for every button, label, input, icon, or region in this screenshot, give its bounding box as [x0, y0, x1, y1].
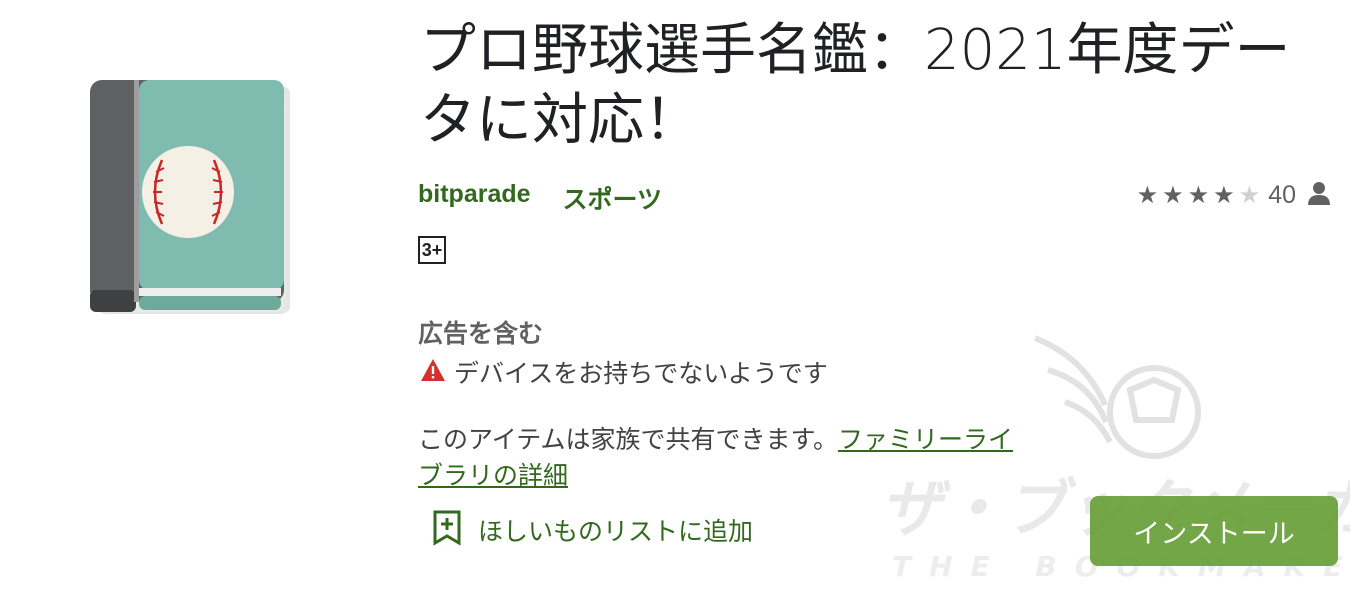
ads-label: 広告を含む: [418, 320, 544, 348]
family-text: このアイテムは家族で共有できます。: [418, 425, 839, 454]
person-icon: [1308, 181, 1330, 209]
star-icon: ★: [1238, 181, 1261, 209]
app-title: プロ野球選手名鑑：2021年度データに対応！: [420, 18, 1291, 153]
add-to-wishlist[interactable]: ほしいものリストに追加: [432, 510, 753, 550]
wishlist-add-icon: [432, 510, 462, 550]
warning-icon: [420, 358, 446, 386]
install-button[interactable]: インストール: [1090, 496, 1338, 566]
star-icon: ★: [1187, 181, 1210, 209]
category-link[interactable]: スポーツ: [563, 180, 663, 216]
star-icon: ★: [1162, 181, 1184, 209]
device-warning: デバイスをお持ちでないようです: [420, 354, 828, 390]
wishlist-label: ほしいものリストに追加: [478, 517, 754, 546]
content-rating-badge: 3+: [418, 236, 446, 264]
app-icon: [86, 76, 292, 316]
rating-count: 40: [1268, 180, 1296, 209]
app-meta: bitparade スポーツ: [418, 180, 662, 216]
warning-text: デバイスをお持ちでないようです: [454, 359, 828, 388]
developer-link[interactable]: bitparade: [418, 180, 531, 216]
rating: ★ ★ ★ ★ ★ 40: [1137, 180, 1330, 210]
star-icon: ★: [1213, 181, 1235, 209]
star-icon: ★: [1136, 181, 1159, 209]
